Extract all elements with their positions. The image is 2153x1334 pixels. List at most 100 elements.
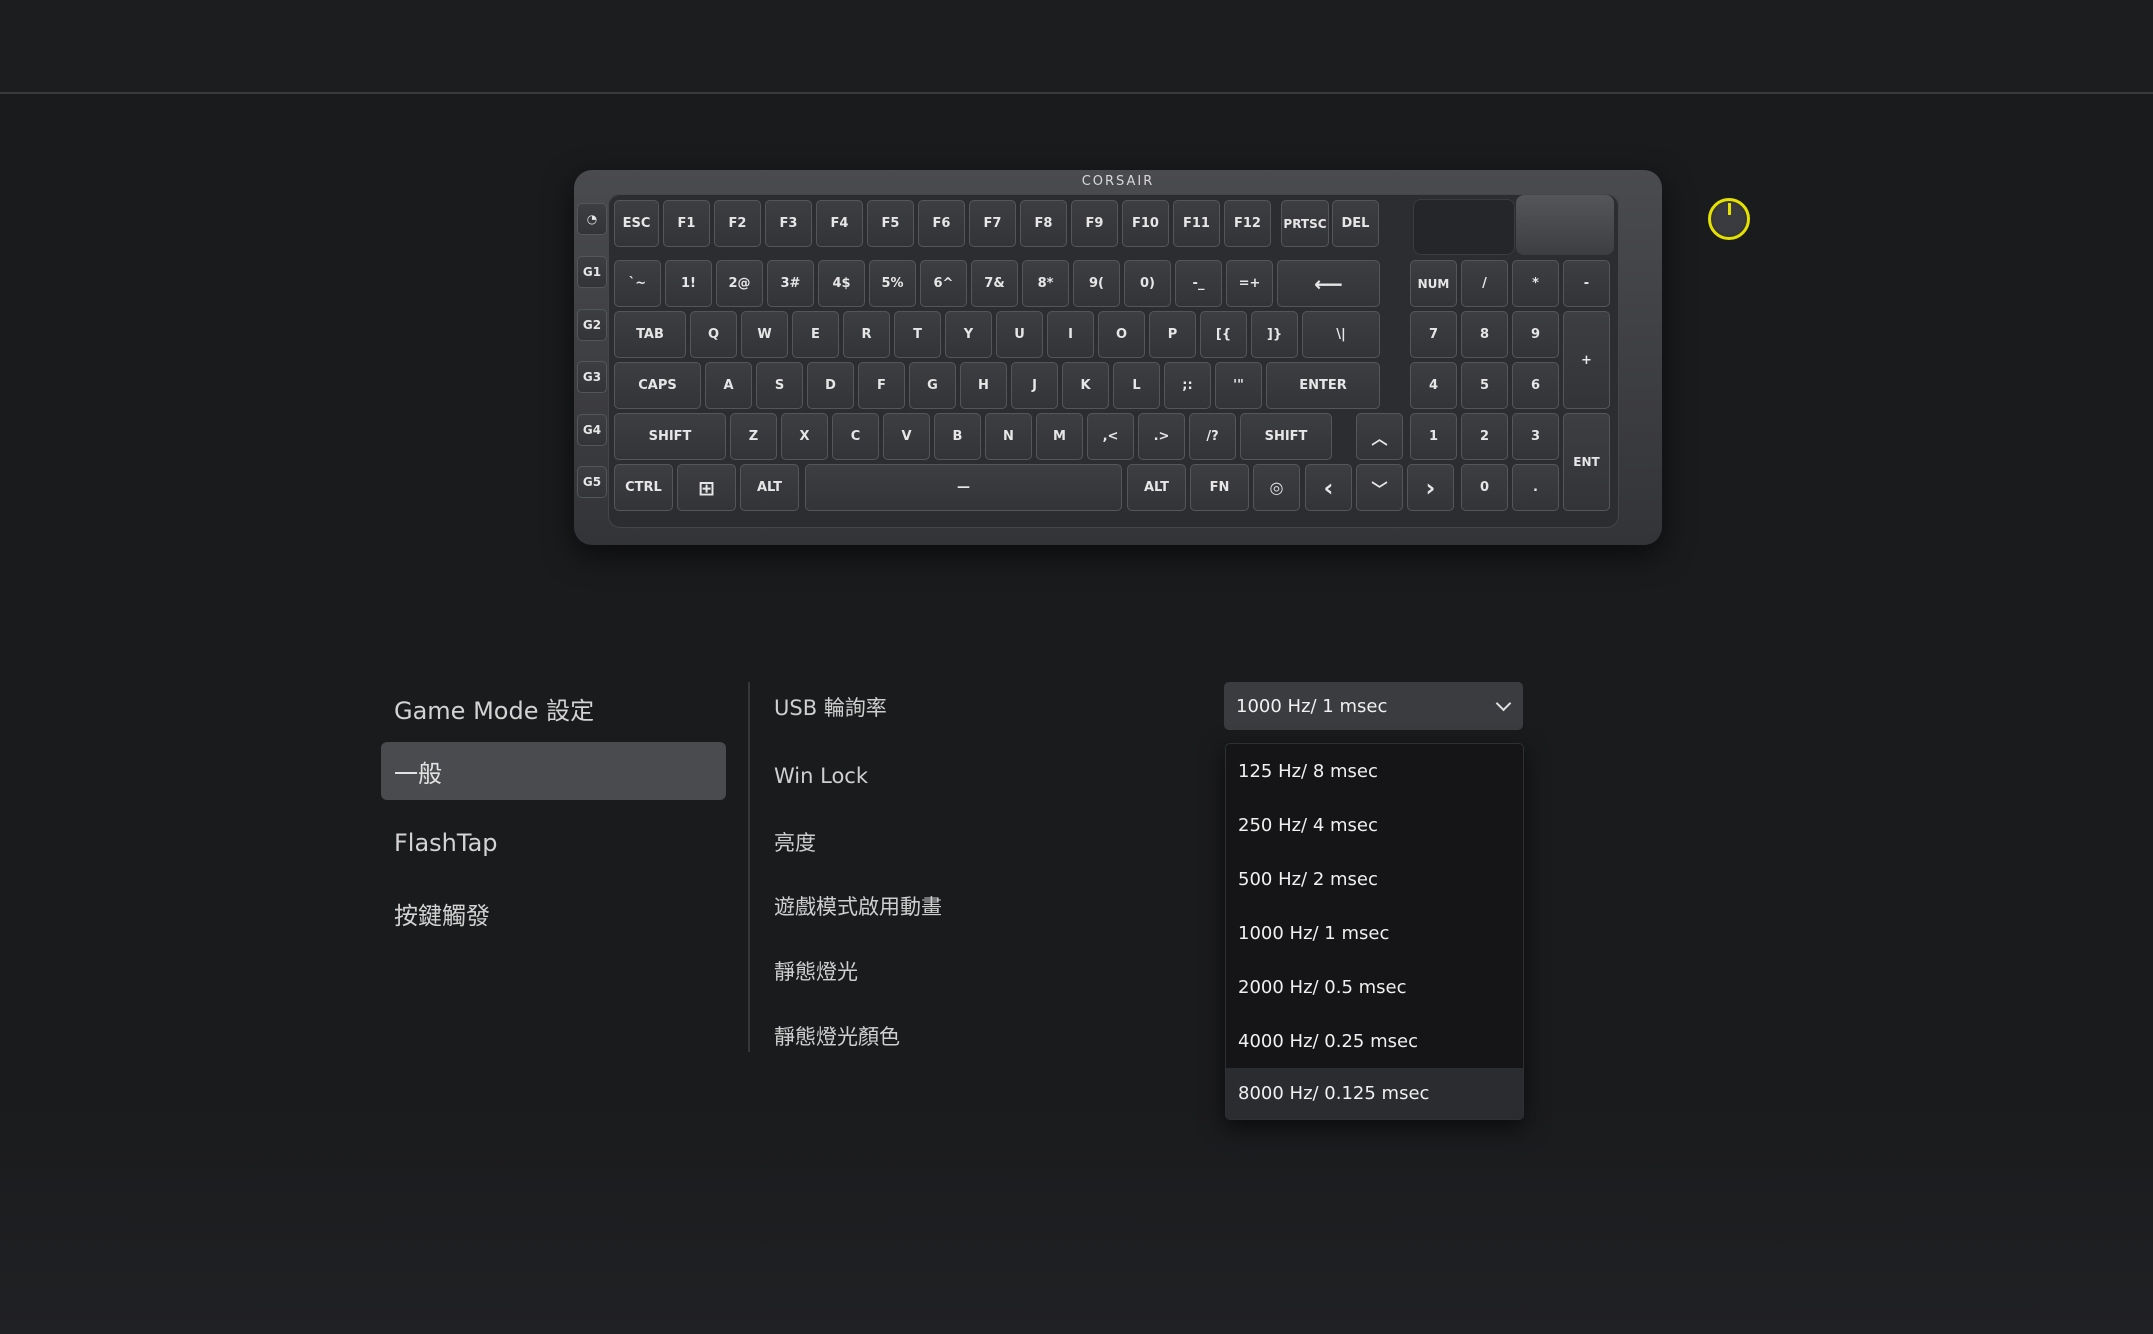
key-o[interactable]: O: [1098, 311, 1145, 358]
key-4[interactable]: 4$: [818, 260, 865, 307]
key-del[interactable]: DEL: [1332, 200, 1379, 247]
key-lbracket[interactable]: [{: [1200, 311, 1247, 358]
key-k[interactable]: K: [1062, 362, 1109, 409]
key-quote[interactable]: '": [1215, 362, 1262, 409]
key-f4[interactable]: F4: [816, 200, 863, 247]
key-period[interactable]: .>: [1138, 413, 1185, 460]
key-f11[interactable]: F11: [1173, 200, 1220, 247]
control-dial-icon[interactable]: [1708, 198, 1750, 240]
key-num-0[interactable]: 0: [1461, 464, 1508, 511]
key-f3[interactable]: F3: [765, 200, 812, 247]
key-w[interactable]: W: [741, 311, 788, 358]
key-enter[interactable]: ENTER: [1266, 362, 1380, 409]
key-slash[interactable]: /?: [1189, 413, 1236, 460]
key-f2[interactable]: F2: [714, 200, 761, 247]
gauge-icon[interactable]: ◔: [577, 203, 607, 235]
key-f[interactable]: F: [858, 362, 905, 409]
key-f5[interactable]: F5: [867, 200, 914, 247]
polling-option-2000[interactable]: 2000 Hz/ 0.5 msec: [1226, 960, 1523, 1014]
key-num-1[interactable]: 1: [1410, 413, 1457, 460]
key-a[interactable]: A: [705, 362, 752, 409]
key-num-7[interactable]: 7: [1410, 311, 1457, 358]
key-lalt[interactable]: ALT: [740, 464, 799, 511]
key-comma[interactable]: ,<: [1087, 413, 1134, 460]
key-g[interactable]: G: [909, 362, 956, 409]
key-minus[interactable]: -_: [1175, 260, 1222, 307]
key-h[interactable]: H: [960, 362, 1007, 409]
key-num-enter[interactable]: ENT: [1563, 413, 1610, 511]
key-f6[interactable]: F6: [918, 200, 965, 247]
key-rbracket[interactable]: ]}: [1251, 311, 1298, 358]
key-num-multiply[interactable]: *: [1512, 260, 1559, 307]
key-f10[interactable]: F10: [1122, 200, 1169, 247]
key-semicolon[interactable]: ;:: [1164, 362, 1211, 409]
key-num-3[interactable]: 3: [1512, 413, 1559, 460]
key-rshift[interactable]: SHIFT: [1240, 413, 1332, 460]
arrow-left-icon[interactable]: ‹: [1305, 464, 1352, 511]
polling-option-125[interactable]: 125 Hz/ 8 msec: [1226, 744, 1523, 798]
windows-icon[interactable]: ⊞: [677, 464, 736, 511]
key-num-5[interactable]: 5: [1461, 362, 1508, 409]
key-backtick[interactable]: `~: [614, 260, 661, 307]
key-num-4[interactable]: 4: [1410, 362, 1457, 409]
copilot-icon[interactable]: ◎: [1253, 464, 1300, 511]
key-5[interactable]: 5%: [869, 260, 916, 307]
polling-option-8000[interactable]: 8000 Hz/ 0.125 msec: [1226, 1068, 1523, 1119]
key-ralt[interactable]: ALT: [1127, 464, 1186, 511]
key-s[interactable]: S: [756, 362, 803, 409]
key-num-2[interactable]: 2: [1461, 413, 1508, 460]
key-g1[interactable]: G1: [577, 256, 607, 288]
key-num-9[interactable]: 9: [1512, 311, 1559, 358]
key-e[interactable]: E: [792, 311, 839, 358]
key-backslash[interactable]: \|: [1302, 311, 1380, 358]
key-f12[interactable]: F12: [1224, 200, 1271, 247]
nav-item-flashtap[interactable]: FlashTap: [381, 814, 726, 872]
key-p[interactable]: P: [1149, 311, 1196, 358]
key-num-minus[interactable]: -: [1563, 260, 1610, 307]
nav-item-key-actuation[interactable]: 按鍵觸發: [381, 884, 726, 942]
key-num-6[interactable]: 6: [1512, 362, 1559, 409]
key-num-decimal[interactable]: .: [1512, 464, 1559, 511]
key-8[interactable]: 8*: [1022, 260, 1069, 307]
key-equals[interactable]: =+: [1226, 260, 1273, 307]
polling-rate-select[interactable]: 1000 Hz/ 1 msec: [1224, 682, 1523, 730]
nav-item-general[interactable]: 一般: [381, 742, 726, 800]
key-u[interactable]: U: [996, 311, 1043, 358]
key-num-divide[interactable]: /: [1461, 260, 1508, 307]
key-f9[interactable]: F9: [1071, 200, 1118, 247]
key-3[interactable]: 3#: [767, 260, 814, 307]
key-q[interactable]: Q: [690, 311, 737, 358]
key-tab[interactable]: TAB: [614, 311, 686, 358]
key-v[interactable]: V: [883, 413, 930, 460]
key-l[interactable]: L: [1113, 362, 1160, 409]
arrow-up-icon[interactable]: ︿: [1356, 413, 1403, 460]
key-i[interactable]: I: [1047, 311, 1094, 358]
arrow-right-icon[interactable]: ›: [1407, 464, 1454, 511]
backspace-icon[interactable]: ⟵: [1277, 260, 1380, 307]
key-prtsc[interactable]: PRTSC: [1281, 200, 1329, 247]
key-numlock[interactable]: NUM: [1410, 260, 1457, 307]
key-b[interactable]: B: [934, 413, 981, 460]
key-f1[interactable]: F1: [663, 200, 710, 247]
key-f7[interactable]: F7: [969, 200, 1016, 247]
key-d[interactable]: D: [807, 362, 854, 409]
key-1[interactable]: 1!: [665, 260, 712, 307]
key-z[interactable]: Z: [730, 413, 777, 460]
key-f8[interactable]: F8: [1020, 200, 1067, 247]
key-6[interactable]: 6^: [920, 260, 967, 307]
key-n[interactable]: N: [985, 413, 1032, 460]
key-g2[interactable]: G2: [577, 309, 607, 341]
key-c[interactable]: C: [832, 413, 879, 460]
key-0[interactable]: 0): [1124, 260, 1171, 307]
key-fn[interactable]: FN: [1190, 464, 1249, 511]
arrow-down-icon[interactable]: ﹀: [1356, 464, 1403, 511]
key-g4[interactable]: G4: [577, 414, 607, 446]
key-num-8[interactable]: 8: [1461, 311, 1508, 358]
key-g3[interactable]: G3: [577, 361, 607, 393]
key-9[interactable]: 9(: [1073, 260, 1120, 307]
key-lshift[interactable]: SHIFT: [614, 413, 726, 460]
key-m[interactable]: M: [1036, 413, 1083, 460]
polling-option-250[interactable]: 250 Hz/ 4 msec: [1226, 798, 1523, 852]
polling-option-4000[interactable]: 4000 Hz/ 0.25 msec: [1226, 1014, 1523, 1068]
key-ctrl[interactable]: CTRL: [614, 464, 673, 511]
